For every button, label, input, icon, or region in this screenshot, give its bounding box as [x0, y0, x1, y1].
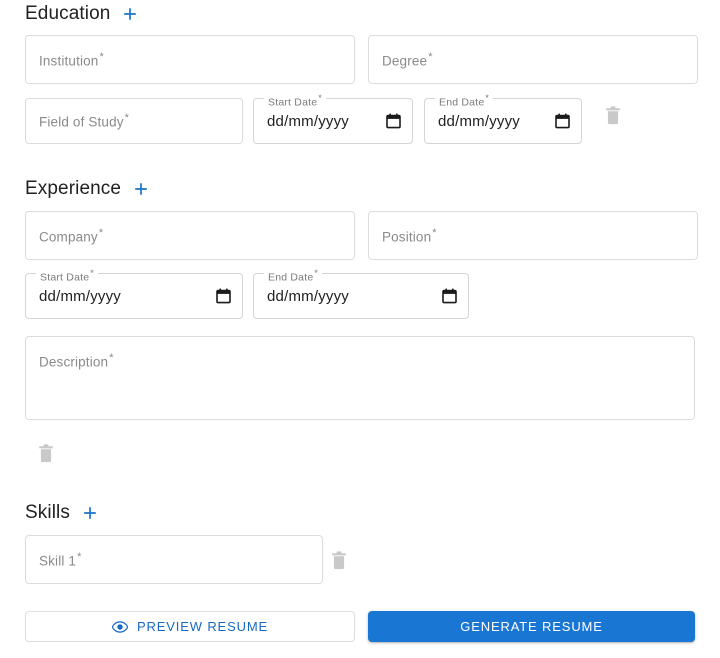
field-of-study-placeholder: Field of Study* — [39, 112, 130, 130]
plus-icon — [124, 8, 137, 20]
experience-start-date-input[interactable]: Start Date* dd/mm/yyyy — [25, 267, 243, 319]
trash-icon — [606, 105, 620, 124]
experience-end-date-value: dd/mm/yyyy — [267, 287, 350, 305]
skills-section-header: Skills — [25, 499, 100, 527]
add-skill-button[interactable] — [80, 503, 100, 523]
calendar-icon[interactable] — [216, 288, 231, 304]
generate-resume-label: GENERATE RESUME — [460, 619, 603, 634]
experience-title: Experience — [25, 178, 122, 199]
trash-icon — [332, 550, 346, 569]
education-end-date-label: End Date* — [435, 92, 494, 109]
position-placeholder: Position* — [382, 226, 437, 244]
delete-skill-button[interactable] — [326, 547, 352, 573]
education-start-date-label: Start Date* — [264, 92, 326, 109]
field-of-study-input[interactable]: Field of Study* — [25, 98, 243, 144]
education-start-date-value: dd/mm/yyyy — [267, 112, 350, 130]
education-start-date-input[interactable]: Start Date* dd/mm/yyyy — [253, 92, 413, 144]
experience-start-date-label: Start Date* — [36, 267, 98, 284]
description-textarea[interactable]: Description* — [25, 336, 695, 420]
institution-placeholder: Institution* — [39, 50, 104, 68]
trash-icon — [39, 443, 53, 462]
position-input[interactable]: Position* — [368, 211, 698, 260]
eye-icon — [111, 620, 128, 633]
resume-builder-form: Education Institution* Degree* Field of … — [0, 0, 720, 658]
degree-placeholder: Degree* — [382, 50, 433, 68]
plus-icon — [135, 183, 147, 195]
education-section-header: Education — [25, 0, 140, 28]
description-placeholder: Description* — [39, 352, 114, 370]
delete-education-button[interactable] — [600, 102, 626, 128]
institution-input[interactable]: Institution* — [25, 35, 355, 84]
skill-1-placeholder: Skill 1* — [39, 550, 82, 568]
experience-section-header: Experience — [25, 175, 151, 203]
skills-title: Skills — [25, 502, 70, 523]
add-education-button[interactable] — [120, 4, 140, 24]
add-experience-button[interactable] — [131, 179, 151, 199]
calendar-icon[interactable] — [555, 113, 570, 129]
education-end-date-value: dd/mm/yyyy — [438, 112, 521, 130]
preview-resume-label: PREVIEW RESUME — [136, 619, 269, 634]
plus-icon — [84, 507, 96, 519]
delete-experience-button[interactable] — [33, 440, 59, 466]
education-title: Education — [25, 3, 111, 24]
generate-resume-button[interactable]: GENERATE RESUME — [368, 611, 695, 642]
degree-input[interactable]: Degree* — [368, 35, 698, 84]
experience-start-date-value: dd/mm/yyyy — [39, 287, 122, 305]
preview-resume-button[interactable]: PREVIEW RESUME — [25, 611, 355, 642]
experience-end-date-input[interactable]: End Date* dd/mm/yyyy — [253, 267, 469, 319]
calendar-icon[interactable] — [442, 288, 457, 304]
company-placeholder: Company* — [39, 226, 104, 244]
experience-end-date-label: End Date* — [264, 267, 323, 284]
calendar-icon[interactable] — [386, 113, 401, 129]
education-end-date-input[interactable]: End Date* dd/mm/yyyy — [424, 92, 582, 144]
company-input[interactable]: Company* — [25, 211, 355, 260]
skill-1-input[interactable]: Skill 1* — [25, 535, 323, 584]
